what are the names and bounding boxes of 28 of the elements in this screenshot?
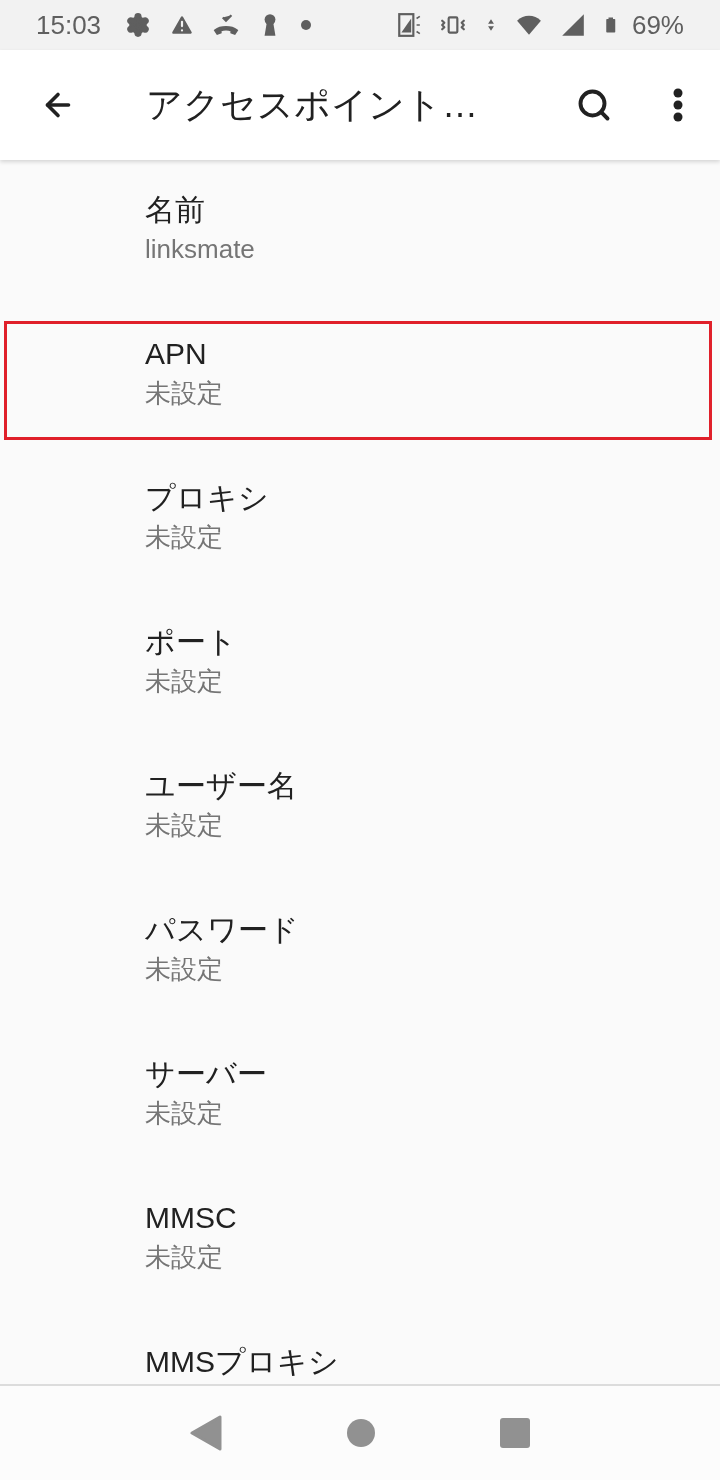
setting-title[interactable]: ユーザー名 bbox=[145, 768, 297, 804]
signal-icon bbox=[559, 12, 586, 38]
setting-value: 未設定 bbox=[145, 809, 223, 842]
setting-value: 未設定 bbox=[145, 377, 223, 410]
phone-icon bbox=[213, 12, 240, 38]
search-icon bbox=[576, 87, 612, 123]
home-nav-button[interactable] bbox=[346, 1418, 376, 1448]
setting-title[interactable]: MMSプロキシ bbox=[145, 1344, 339, 1380]
setting-title[interactable]: サーバー bbox=[145, 1056, 267, 1092]
more-vertical-icon bbox=[673, 88, 683, 122]
setting-value: 未設定 bbox=[145, 521, 223, 554]
status-time: 15:03 bbox=[36, 9, 102, 41]
dot-icon bbox=[301, 20, 312, 30]
setting-title[interactable]: プロキシ bbox=[145, 480, 269, 516]
setting-title[interactable]: MMSC bbox=[145, 1200, 237, 1236]
setting-title[interactable]: パスワード bbox=[145, 912, 299, 948]
setting-value: 未設定 bbox=[145, 665, 223, 698]
setting-value: 未設定 bbox=[145, 1241, 223, 1274]
nfc-icon bbox=[395, 12, 422, 38]
setting-value: 未設定 bbox=[145, 1097, 223, 1130]
battery-percent: 69% bbox=[631, 9, 684, 41]
setting-title[interactable]: ポート bbox=[145, 624, 237, 660]
setting-title[interactable]: APN bbox=[145, 336, 207, 372]
setting-value: linksmate bbox=[145, 233, 255, 266]
setting-title[interactable]: 名前 bbox=[145, 192, 205, 228]
back-nav-button[interactable] bbox=[190, 1415, 222, 1451]
app-bar-title: アクセスポイント… bbox=[146, 82, 479, 127]
setting-value: 未設定 bbox=[145, 953, 223, 986]
